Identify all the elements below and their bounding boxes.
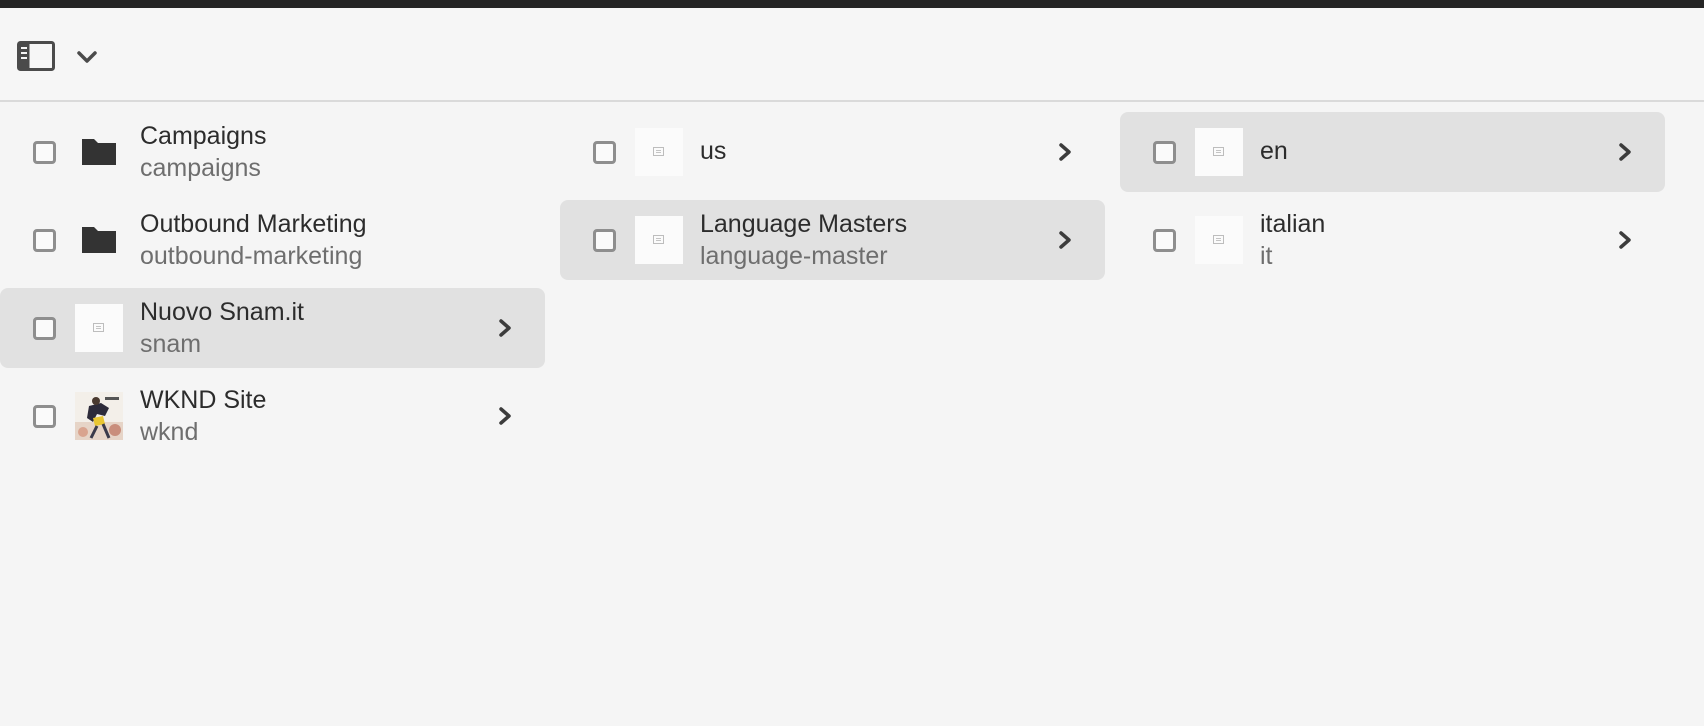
chevron-right-icon[interactable] — [1057, 228, 1073, 252]
list-item-us[interactable]: us — [560, 112, 1105, 192]
column-1: Campaigns campaigns Outbound Marketing o… — [0, 112, 545, 464]
chevron-right-icon[interactable] — [1617, 140, 1633, 164]
chevron-down-icon — [77, 51, 97, 63]
row-checkbox[interactable] — [33, 405, 56, 428]
row-checkbox[interactable] — [1153, 229, 1176, 252]
rail-toggle-icon — [17, 41, 55, 71]
top-bar — [0, 0, 1704, 8]
chevron-right-icon[interactable] — [497, 316, 513, 340]
folder-icon — [82, 227, 116, 253]
chevron-right-icon[interactable] — [497, 404, 513, 428]
page-thumbnail — [635, 216, 683, 264]
list-item-language-masters[interactable]: Language Masters language-master — [560, 200, 1105, 280]
list-item-wknd[interactable]: WKND Site wknd — [0, 376, 545, 456]
column-2: us Language Masters language-master — [560, 112, 1105, 288]
folder-icon — [82, 139, 116, 165]
item-title: Campaigns — [140, 122, 267, 150]
list-item-italian[interactable]: italian it — [1120, 200, 1665, 280]
view-menu-button[interactable] — [74, 45, 100, 69]
page-thumbnail — [75, 304, 123, 352]
list-item-outbound-marketing[interactable]: Outbound Marketing outbound-marketing — [0, 200, 545, 280]
toolbar — [0, 8, 1704, 102]
item-title: en — [1260, 137, 1288, 165]
item-title: WKND Site — [140, 386, 267, 414]
list-item-en[interactable]: en — [1120, 112, 1665, 192]
row-checkbox[interactable] — [1153, 141, 1176, 164]
item-name: language-master — [700, 242, 888, 270]
column-3: en italian it — [1120, 112, 1665, 288]
row-checkbox[interactable] — [33, 229, 56, 252]
item-name: campaigns — [140, 154, 261, 182]
page-thumbnail — [1195, 216, 1243, 264]
row-checkbox[interactable] — [593, 141, 616, 164]
item-name: outbound-marketing — [140, 242, 363, 270]
item-title: Nuovo Snam.it — [140, 298, 304, 326]
item-title: Outbound Marketing — [140, 210, 367, 238]
item-name: wknd — [140, 418, 199, 446]
item-title: us — [700, 137, 727, 165]
row-checkbox[interactable] — [33, 141, 56, 164]
page-thumbnail — [635, 128, 683, 176]
list-item-campaigns[interactable]: Campaigns campaigns — [0, 112, 545, 192]
list-item-snam[interactable]: Nuovo Snam.it snam — [0, 288, 545, 368]
item-title: Language Masters — [700, 210, 908, 238]
rail-toggle-button[interactable] — [17, 41, 55, 71]
item-name: it — [1260, 242, 1273, 270]
chevron-right-icon[interactable] — [1617, 228, 1633, 252]
item-name: snam — [140, 330, 202, 358]
row-checkbox[interactable] — [33, 317, 56, 340]
item-title: italian — [1260, 210, 1326, 238]
page-thumbnail — [1195, 128, 1243, 176]
chevron-right-icon[interactable] — [1057, 140, 1073, 164]
site-photo-thumbnail — [75, 392, 123, 440]
row-checkbox[interactable] — [593, 229, 616, 252]
